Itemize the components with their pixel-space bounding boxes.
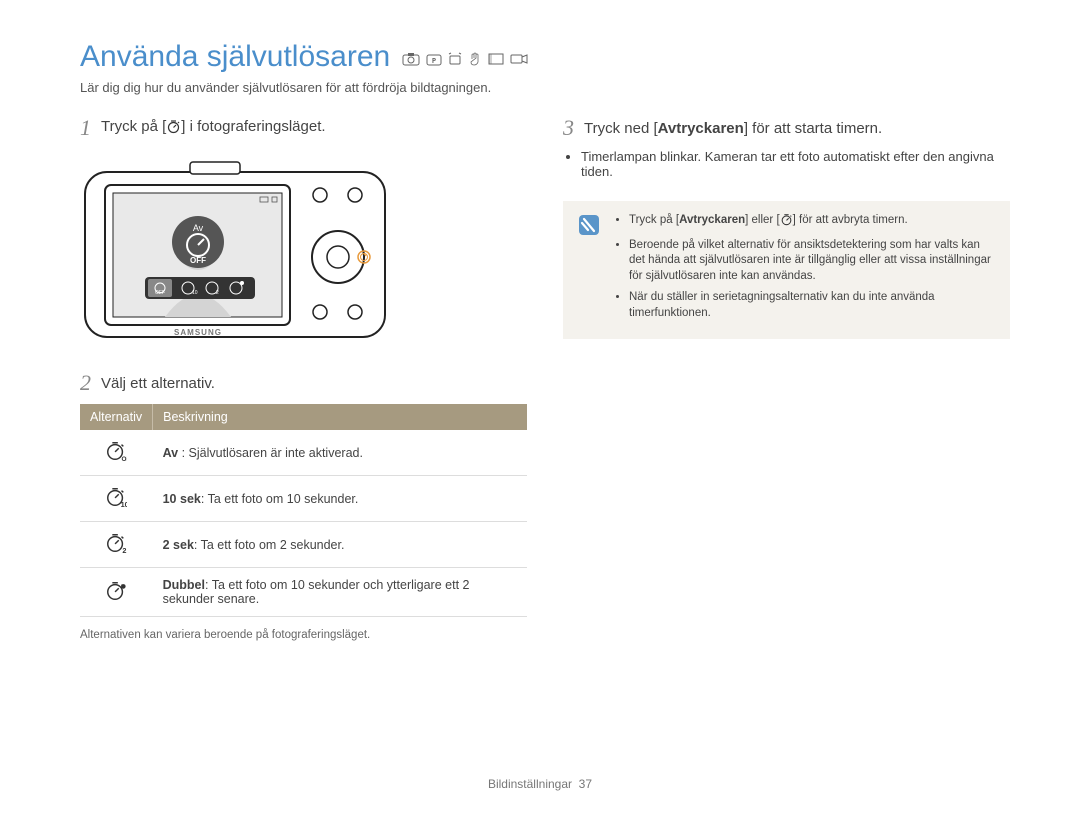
step-3-text-before: Tryck ned [ [584,120,658,137]
row-title: 10 sek [163,492,201,506]
timer-icon [166,119,181,138]
svg-text:OFF: OFF [155,290,165,296]
step-3-shutter: Avtryckaren [658,120,744,137]
left-column: 1 Tryck på [ ] i fotograferingsläget. Av [80,115,527,641]
step-3-text-after: ] för att starta timern. [744,120,882,137]
row-desc: : Ta ett foto om 10 sekunder. [201,492,359,506]
svg-text:10: 10 [192,290,198,296]
timer-10-icon: 10 [80,476,153,522]
mode-icon-stab [448,52,462,70]
table-row: 10 10 sek: Ta ett foto om 10 sekunder. [80,476,527,522]
step-2-heading: 2 Välj ett alternativ. [80,370,527,396]
timer-icon [780,213,793,232]
row-desc: : Självutlösaren är inte aktiverad. [178,446,363,460]
step-2-text: Välj ett alternativ. [101,375,215,392]
row-desc: : Ta ett foto om 2 sekunder. [194,538,345,552]
info-1-shutter: Avtryckaren [679,214,745,226]
svg-text:2: 2 [216,290,219,296]
mode-icon-video [510,52,528,70]
options-vary-note: Alternativen kan variera beroende på fot… [80,629,527,641]
mode-icon-p: P [426,52,442,70]
right-column: 3 Tryck ned [Avtryckaren] för att starta… [563,115,1010,641]
info-1-mid: ] eller [ [745,214,780,226]
svg-text:OFF: OFF [122,456,128,462]
mode-icons: P [402,52,528,70]
list-item: Tryck på [Avtryckaren] eller [ ] för att … [629,213,996,232]
list-item: Beroende på vilket alternativ för ansikt… [629,238,996,285]
step-3-heading: 3 Tryck ned [Avtryckaren] för att starta… [563,115,1010,141]
mode-icon-hand [468,52,482,70]
camera-screen-off: OFF [190,256,206,265]
footer-page: 37 [579,777,592,791]
row-title: 2 sek [163,538,194,552]
timer-off-icon: OFF [80,430,153,476]
svg-text:P: P [432,57,436,65]
list-item: Timerlampan blinkar. Kameran tar ett fot… [581,149,1010,179]
table-head-beskrivning: Beskrivning [153,404,527,430]
table-head-alternativ: Alternativ [80,404,153,430]
step-2-number: 2 [80,370,91,396]
table-row: 2 2 sek: Ta ett foto om 2 sekunder. [80,522,527,568]
table-row: OFF Av : Självutlösaren är inte aktivera… [80,430,527,476]
step-1-number: 1 [80,115,91,141]
svg-text:10: 10 [121,500,127,508]
footer-section: Bildinställningar [488,777,572,791]
info-icon [577,213,601,237]
timer-double-icon [80,568,153,617]
step-3-bullets: Timerlampan blinkar. Kameran tar ett fot… [581,149,1010,179]
camera-illustration: Av OFF OFF 10 2 [80,157,400,347]
step-1-text-before: Tryck på [ [101,118,166,135]
page-subtitle: Lär dig dig hur du använder självutlösar… [80,80,1010,95]
camera-screen-av: Av [193,223,204,233]
step-1-text-after: ] i fotograferingsläget. [181,118,325,135]
svg-text:SAMSUNG: SAMSUNG [174,328,222,337]
page-footer: Bildinställningar 37 [0,777,1080,791]
row-desc: : Ta ett foto om 10 sekunder och ytterli… [163,578,470,606]
table-row: Dubbel: Ta ett foto om 10 sekunder och y… [80,568,527,617]
mode-icon-scene [488,52,504,70]
info-1-post: ] för att avbryta timern. [793,214,908,226]
page-title: Använda självutlösaren [80,40,390,74]
step-1-heading: 1 Tryck på [ ] i fotograferingsläget. [80,115,527,141]
svg-text:2: 2 [123,546,127,554]
timer-2-icon: 2 [80,522,153,568]
info-1-pre: Tryck på [ [629,214,679,226]
row-title: Dubbel [163,578,205,592]
title-row: Använda självutlösaren P [80,40,1010,74]
step-3-number: 3 [563,115,574,141]
info-box: Tryck på [Avtryckaren] eller [ ] för att … [563,201,1010,339]
options-table: Alternativ Beskrivning OFF Av : Självutl… [80,404,527,617]
list-item: När du ställer in serietagningsalternati… [629,290,996,321]
row-title: Av [163,446,179,460]
mode-icon-smart [402,52,420,70]
